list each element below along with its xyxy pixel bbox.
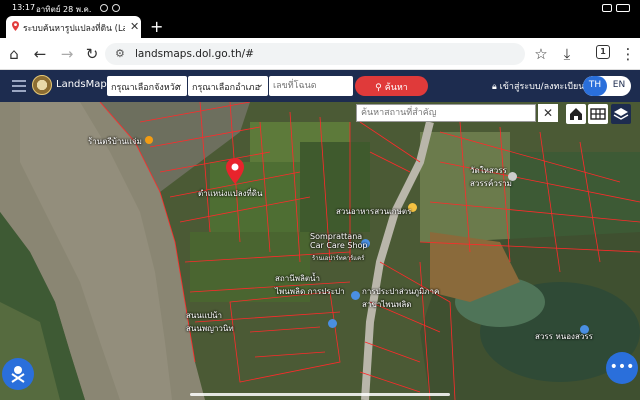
- home-indicator: [190, 393, 450, 396]
- map-label: การประปาส่วนภูมิภาค สาขาไพนพลิด: [362, 287, 440, 309]
- notification-icon: [112, 4, 120, 12]
- address-bar[interactable]: ⚙ landsmaps.dol.go.th/#: [105, 43, 525, 65]
- app-name: LandsMaps: [56, 79, 112, 90]
- menu-icon[interactable]: [12, 80, 26, 92]
- status-date: อาทิตย์ 28 พ.ค.: [36, 5, 92, 14]
- site-info-icon[interactable]: ⚙: [115, 47, 125, 60]
- map-label: ตำแหน่งแปลงที่ดิน: [198, 189, 263, 198]
- url-text[interactable]: landsmaps.dol.go.th/#: [135, 48, 254, 60]
- layers-button[interactable]: [611, 104, 631, 124]
- search-button-label: ค้นหา: [384, 83, 408, 93]
- tab-count-button[interactable]: 1: [596, 45, 610, 59]
- login-label: เข้าสู่ระบบ/ลงทะเบียน: [499, 82, 585, 92]
- more-options-button[interactable]: •••: [606, 352, 638, 384]
- district-select[interactable]: กรุณาเลือกอำเภอ ⌄: [188, 76, 268, 96]
- app-header: LandsMaps กรุณาเลือกจังหวัด ⌄ กรุณาเลือก…: [0, 70, 640, 102]
- back-icon[interactable]: ←: [31, 45, 49, 63]
- layers-icon: [613, 108, 629, 120]
- forward-icon[interactable]: →: [58, 45, 76, 63]
- tab-title: ระบบค้นหารูปแปลงที่ดิน (Lan: [23, 24, 125, 34]
- parcel-number-input[interactable]: [269, 76, 353, 96]
- map-label: สถานีพลิตน้ำ ไพนพลิด การประปา: [275, 274, 345, 296]
- map-label: Somprattana Car Care Shop: [310, 232, 368, 250]
- search-button[interactable]: ⚲ ค้นหา: [355, 76, 428, 96]
- grid-icon: [590, 108, 606, 120]
- location-pin-icon[interactable]: [226, 158, 244, 184]
- search-icon: ⚲: [375, 83, 382, 93]
- tools-icon: [11, 366, 25, 383]
- home-view-button[interactable]: [566, 104, 586, 124]
- new-tab-button[interactable]: +: [150, 17, 163, 36]
- download-icon[interactable]: ⤓: [558, 45, 576, 63]
- browser-toolbar: ⌂ ← → ↻ ⚙ landsmaps.dol.go.th/# ☆ ⤓ 1 ⋮: [0, 38, 640, 70]
- map-label: ร้านเอปาร์ทคาร์แคร์: [312, 255, 365, 262]
- reload-icon[interactable]: ↻: [83, 45, 101, 63]
- map-label: สวรร หนองสวรร: [535, 332, 593, 341]
- map-label: สวนอาหารสวนเกษตร: [336, 207, 412, 216]
- notification-icon: [100, 4, 108, 12]
- close-icon[interactable]: ✕: [538, 104, 558, 122]
- map-label: ร้านตรีบ้านแจ่ม: [88, 137, 142, 146]
- browser-tab[interactable]: ระบบค้นหารูปแปลงที่ดิน (Lan ✕: [6, 16, 141, 38]
- poi-marker-icon[interactable]: [351, 291, 360, 300]
- status-time: 13:17: [12, 3, 36, 12]
- more-vert-icon[interactable]: ⋮: [619, 45, 637, 63]
- lock-icon: 🔒︎: [492, 82, 497, 92]
- location-pin-icon: [12, 21, 19, 31]
- battery-icon: [616, 4, 630, 12]
- home-icon: [570, 108, 582, 120]
- wifi-icon: [602, 4, 612, 12]
- place-search-input[interactable]: [356, 104, 536, 122]
- home-icon[interactable]: ⌂: [5, 45, 23, 63]
- login-link[interactable]: 🔒︎ เข้าสู่ระบบ/ลงทะเบียน: [492, 79, 584, 93]
- bookmark-star-icon[interactable]: ☆: [532, 45, 550, 63]
- map-label: วัดใหสวรร สวรรค์วราม: [470, 166, 512, 188]
- close-icon[interactable]: ✕: [130, 20, 139, 33]
- lang-en-button[interactable]: EN: [607, 76, 631, 96]
- district-select-label: กรุณาเลือกอำเภอ: [192, 83, 261, 93]
- map-label: สนนแปน้า สนนพญาวนิท: [186, 311, 234, 333]
- chevron-down-icon: ⌄: [255, 79, 264, 90]
- tab-bar: ระบบค้นหารูปแปลงที่ดิน (Lan ✕ +: [0, 16, 640, 38]
- measure-tool-button[interactable]: [2, 358, 34, 390]
- landsmaps-logo: [32, 75, 52, 95]
- poi-marker-icon[interactable]: [328, 319, 337, 328]
- lang-th-button[interactable]: TH: [583, 76, 607, 96]
- province-select[interactable]: กรุณาเลือกจังหวัด ⌄: [107, 76, 187, 96]
- grid-button[interactable]: [588, 104, 608, 124]
- map-view[interactable]: ร้านตรีบ้านแจ่ม ตำแหน่งแปลงที่ดิน วัดใหส…: [0, 102, 640, 400]
- more-icon: •••: [609, 359, 635, 375]
- status-bar: 13:17 อาทิตย์ 28 พ.ค.: [0, 0, 640, 16]
- chevron-down-icon: ⌄: [174, 79, 183, 90]
- poi-marker-icon[interactable]: [145, 136, 153, 144]
- province-select-label: กรุณาเลือกจังหวัด: [111, 83, 181, 93]
- language-toggle[interactable]: TH EN: [583, 76, 631, 96]
